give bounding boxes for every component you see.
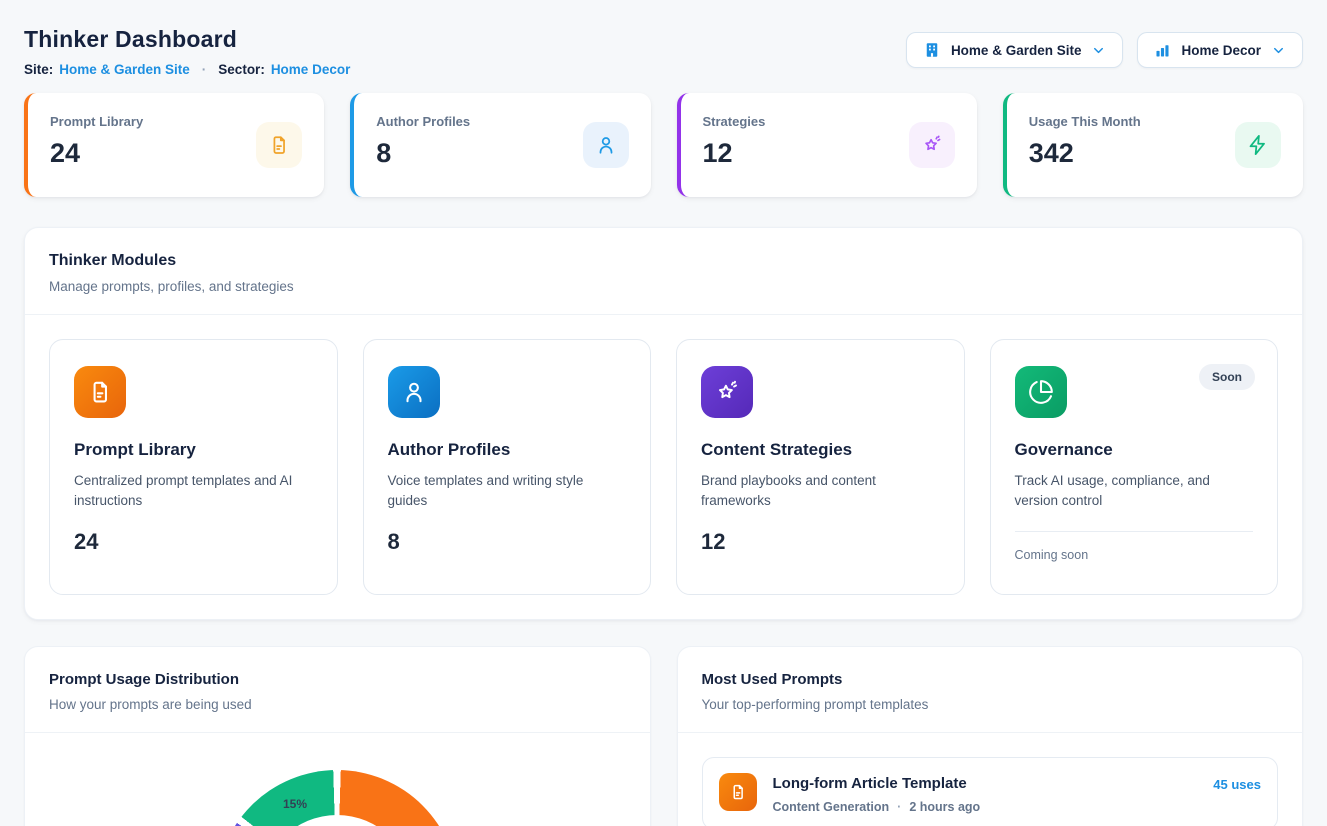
usage-subtitle: How your prompts are being used xyxy=(49,697,626,712)
header: Thinker Dashboard Site: Home & Garden Si… xyxy=(24,26,1303,77)
module-description: Brand playbooks and content frameworks xyxy=(701,471,940,512)
donut-chart xyxy=(216,770,458,826)
sector-selector-label: Home Decor xyxy=(1181,43,1261,58)
usage-donut-chart: 15% xyxy=(25,733,650,826)
usage-card-header: Prompt Usage Distribution How your promp… xyxy=(25,647,650,733)
file-text-icon xyxy=(719,773,757,811)
stat-card-usage: Usage This Month 342 xyxy=(1003,93,1303,197)
prompt-time: 2 hours ago xyxy=(909,800,980,814)
divider xyxy=(1015,531,1254,532)
pie-chart-icon xyxy=(1015,366,1067,418)
modules-grid: Prompt Library Centralized prompt templa… xyxy=(25,315,1302,619)
page-title: Thinker Dashboard xyxy=(24,26,350,53)
prompt-uses-count: 45 uses xyxy=(1213,777,1261,792)
chevron-down-icon xyxy=(1271,43,1286,58)
site-link[interactable]: Home & Garden Site xyxy=(59,62,190,77)
module-count: 24 xyxy=(74,529,313,555)
donut-segment-label: 15% xyxy=(283,797,307,811)
stat-card-author-profiles: Author Profiles 8 xyxy=(350,93,650,197)
bottom-row: Prompt Usage Distribution How your promp… xyxy=(24,646,1303,826)
stat-card-prompt-library: Prompt Library 24 xyxy=(24,93,324,197)
most-used-prompts-card: Most Used Prompts Your top-performing pr… xyxy=(677,646,1304,826)
module-title: Prompt Library xyxy=(74,440,313,460)
prompts-title: Most Used Prompts xyxy=(702,671,1279,688)
module-count: 12 xyxy=(701,529,940,555)
stat-card-strategies: Strategies 12 xyxy=(677,93,977,197)
modules-subtitle: Manage prompts, profiles, and strategies xyxy=(49,279,1278,294)
modules-title: Thinker Modules xyxy=(49,252,1278,270)
stats-row: Prompt Library 24 Author Profiles 8 Stra… xyxy=(24,93,1303,197)
prompts-card-header: Most Used Prompts Your top-performing pr… xyxy=(678,647,1303,733)
module-card-governance: Soon Governance Track AI usage, complian… xyxy=(990,339,1279,595)
module-count: 8 xyxy=(388,529,627,555)
prompt-list: Long-form Article Template Content Gener… xyxy=(678,733,1303,826)
chevron-down-icon xyxy=(1091,43,1106,58)
module-card-content-strategies[interactable]: Content Strategies Brand playbooks and c… xyxy=(676,339,965,595)
sparkle-star-icon xyxy=(701,366,753,418)
header-selectors: Home & Garden Site Home Decor xyxy=(906,32,1303,68)
separator-dot: · xyxy=(202,62,207,77)
breadcrumb: Site: Home & Garden Site · Sector: Home … xyxy=(24,62,350,77)
module-title: Author Profiles xyxy=(388,440,627,460)
sparkle-star-icon xyxy=(909,122,955,168)
coming-soon-text: Coming soon xyxy=(1015,548,1254,562)
prompt-item-title: Long-form Article Template xyxy=(773,775,981,792)
sector-selector-dropdown[interactable]: Home Decor xyxy=(1137,32,1303,68)
prompt-item-meta: Content Generation · 2 hours ago xyxy=(773,800,981,814)
prompt-item-body: Long-form Article Template Content Gener… xyxy=(773,773,981,814)
usage-distribution-card: Prompt Usage Distribution How your promp… xyxy=(24,646,651,826)
user-icon xyxy=(583,122,629,168)
prompt-list-item[interactable]: Long-form Article Template Content Gener… xyxy=(702,757,1279,826)
module-title: Governance xyxy=(1015,440,1254,460)
prompt-category: Content Generation xyxy=(773,800,890,814)
sector-label: Sector: xyxy=(218,62,265,77)
soon-badge: Soon xyxy=(1199,364,1255,390)
modules-panel-header: Thinker Modules Manage prompts, profiles… xyxy=(25,228,1302,315)
sector-link[interactable]: Home Decor xyxy=(271,62,351,77)
usage-title: Prompt Usage Distribution xyxy=(49,671,626,688)
module-description: Centralized prompt templates and AI inst… xyxy=(74,471,313,512)
site-selector-dropdown[interactable]: Home & Garden Site xyxy=(906,32,1124,68)
file-text-icon xyxy=(74,366,126,418)
dashboard-page: Thinker Dashboard Site: Home & Garden Si… xyxy=(0,0,1327,826)
module-title: Content Strategies xyxy=(701,440,940,460)
user-icon xyxy=(388,366,440,418)
module-card-prompt-library[interactable]: Prompt Library Centralized prompt templa… xyxy=(49,339,338,595)
separator-dot: · xyxy=(897,800,901,814)
header-left: Thinker Dashboard Site: Home & Garden Si… xyxy=(24,26,350,77)
donut-hole xyxy=(261,815,413,826)
bar-chart-icon xyxy=(1154,42,1171,59)
zap-icon xyxy=(1235,122,1281,168)
file-text-icon xyxy=(256,122,302,168)
module-description: Voice templates and writing style guides xyxy=(388,471,627,512)
site-selector-label: Home & Garden Site xyxy=(951,43,1082,58)
prompts-subtitle: Your top-performing prompt templates xyxy=(702,697,1279,712)
module-description: Track AI usage, compliance, and version … xyxy=(1015,471,1254,512)
modules-panel: Thinker Modules Manage prompts, profiles… xyxy=(24,227,1303,620)
module-card-author-profiles[interactable]: Author Profiles Voice templates and writ… xyxy=(363,339,652,595)
building-icon xyxy=(923,41,941,59)
site-label: Site: xyxy=(24,62,53,77)
